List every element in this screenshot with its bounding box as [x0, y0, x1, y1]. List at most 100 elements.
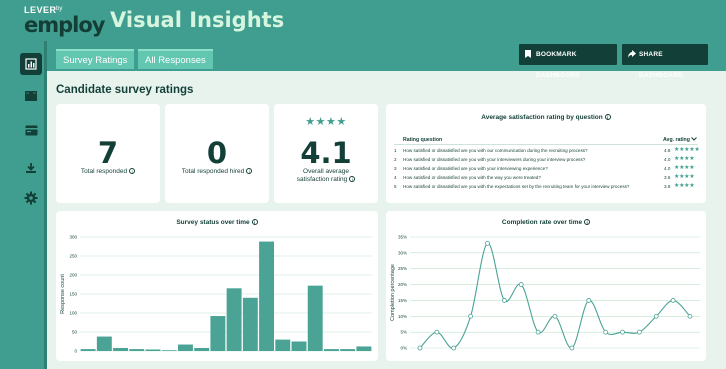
lever-employ-logo[interactable]: LEVER by employ [24, 5, 105, 37]
bookmark-dashboard-button[interactable]: BOOKMARK DASHBOARD [519, 44, 617, 79]
row-stars-icon: ★★★★ [674, 174, 695, 180]
info-icon[interactable]: i [604, 114, 611, 121]
card-icon[interactable] [20, 119, 42, 141]
column-header-rating-text: Avg. rating [663, 137, 690, 143]
y-tick-label: 25% [398, 266, 407, 271]
chart-bar [194, 347, 210, 351]
chart-bar [96, 336, 112, 351]
kpi-caption-text: Total responded [80, 168, 128, 175]
y-tick-label: 150 [69, 292, 77, 297]
y-tick-label: 300 [69, 235, 77, 240]
chart-bar [275, 339, 291, 351]
tab-all-responses[interactable]: All Responses [138, 49, 213, 69]
app-title: Visual Insights [110, 8, 285, 32]
data-point [485, 240, 490, 246]
chart-bar [291, 341, 307, 351]
data-point [434, 329, 440, 335]
bookmark-icon [525, 50, 531, 58]
row-rating: 3.6 [664, 175, 671, 180]
line-chart: 0% 5% 10% 15% 20% 25% 30% 35% Completion percent… [390, 235, 700, 351]
info-icon[interactable]: i [246, 168, 253, 175]
data-point [687, 313, 693, 319]
y-tick-label: 50 [72, 330, 78, 335]
ratings-table-title-text: Average satisfaction rating by question [481, 114, 603, 121]
info-icon[interactable]: i [129, 168, 136, 175]
kpi-card-average-rating: ★★★★ 4.1 Overall average satisfaction ra… [274, 104, 378, 203]
ratings-table-card: Average satisfaction rating by question i… [386, 104, 706, 203]
data-point [569, 345, 575, 351]
row-stars-icon: ★★★★ [674, 183, 695, 189]
chart-bar [259, 241, 275, 351]
table-row[interactable]: 2 How satisfied or dissatisfied are you w… [394, 156, 704, 165]
kpi-caption: Total responded i [56, 168, 160, 176]
y-tick-label: 35% [398, 235, 407, 240]
column-header-rating[interactable]: Avg. rating [663, 137, 698, 143]
row-index: 3 [394, 166, 397, 171]
y-tick-label: 20% [398, 282, 407, 287]
ratings-table-title: Average satisfaction rating by question i [386, 114, 706, 121]
share-dashboard-label: SHARE DASHBOARD [639, 51, 684, 79]
chart-bar [226, 288, 242, 351]
y-tick-label: 250 [69, 254, 77, 259]
row-index: 1 [394, 148, 397, 153]
table-row[interactable]: 5 How satisfied or dissatisfied are you w… [394, 183, 704, 192]
table-row[interactable]: 4 How satisfied or dissatisfied are you w… [394, 174, 704, 183]
chart-bar [323, 349, 339, 351]
column-header-question[interactable]: Rating question [403, 137, 442, 143]
table-divider [394, 144, 698, 145]
chart-bar [177, 344, 193, 351]
logo-employ-text: employ [24, 13, 105, 37]
chart-bar [80, 349, 96, 351]
gear-icon[interactable] [20, 187, 42, 209]
rating-stars-icon: ★★★★ [305, 116, 347, 128]
section-title: Candidate survey ratings [56, 84, 194, 96]
data-point [603, 329, 609, 335]
series-line [419, 242, 691, 349]
row-rating: 3.8 [664, 184, 671, 189]
kpi-caption-text: Total responded hired [181, 168, 245, 175]
data-point [552, 313, 558, 319]
download-icon[interactable] [20, 157, 42, 179]
y-tick-label: 30% [398, 250, 407, 255]
row-question: How satisfied or dissatisfied are you wi… [403, 184, 630, 189]
chart-bar [161, 350, 177, 351]
kpi-value: 4.1 [300, 136, 352, 170]
kpi-caption: Overall average satisfaction rating i [274, 168, 378, 184]
kpi-caption-line2: satisfaction rating [296, 176, 348, 183]
row-question: How satisfied or dissatisfied are you wi… [403, 148, 588, 153]
table-row[interactable]: 3 How satisfied or dissatisfied are you w… [394, 165, 704, 174]
data-point [451, 345, 457, 351]
data-point [417, 345, 423, 351]
bar-chart-icon[interactable] [20, 53, 42, 75]
y-tick-label: 0% [400, 346, 407, 351]
y-tick-label: 15% [398, 298, 407, 303]
chevron-down-icon [691, 137, 698, 141]
kpi-card-total-responded: 7 Total responded i [56, 104, 160, 203]
chart-bar [210, 316, 226, 351]
chart-bar [307, 285, 323, 351]
y-tick-label: 100 [69, 311, 77, 316]
data-point [518, 282, 524, 287]
data-point [586, 298, 592, 303]
data-point [468, 313, 474, 319]
row-rating: 4.0 [664, 166, 671, 171]
y-axis-label: Response count [60, 274, 66, 314]
data-point [653, 313, 659, 319]
y-axis-label: Completion percentage [390, 264, 396, 321]
info-icon[interactable]: i [349, 176, 356, 183]
y-tick-label: 5% [400, 330, 407, 335]
chart-bar [145, 349, 161, 351]
kpi-value: 7 [97, 136, 119, 170]
bookmark-dashboard-label: BOOKMARK DASHBOARD [536, 51, 581, 79]
kpi-value: 0 [206, 136, 228, 170]
tab-survey-ratings[interactable]: Survey Ratings [56, 49, 135, 69]
table-row[interactable]: 1 How satisfied or dissatisfied are you w… [394, 147, 704, 156]
y-tick-label: 0 [74, 349, 77, 354]
chart-bar [113, 347, 129, 351]
data-point [636, 329, 642, 335]
data-point [620, 329, 625, 335]
chart-bar [242, 297, 258, 351]
book-icon[interactable] [20, 85, 42, 107]
chart-bar [356, 346, 372, 351]
share-dashboard-button[interactable]: SHARE DASHBOARD [622, 44, 708, 79]
